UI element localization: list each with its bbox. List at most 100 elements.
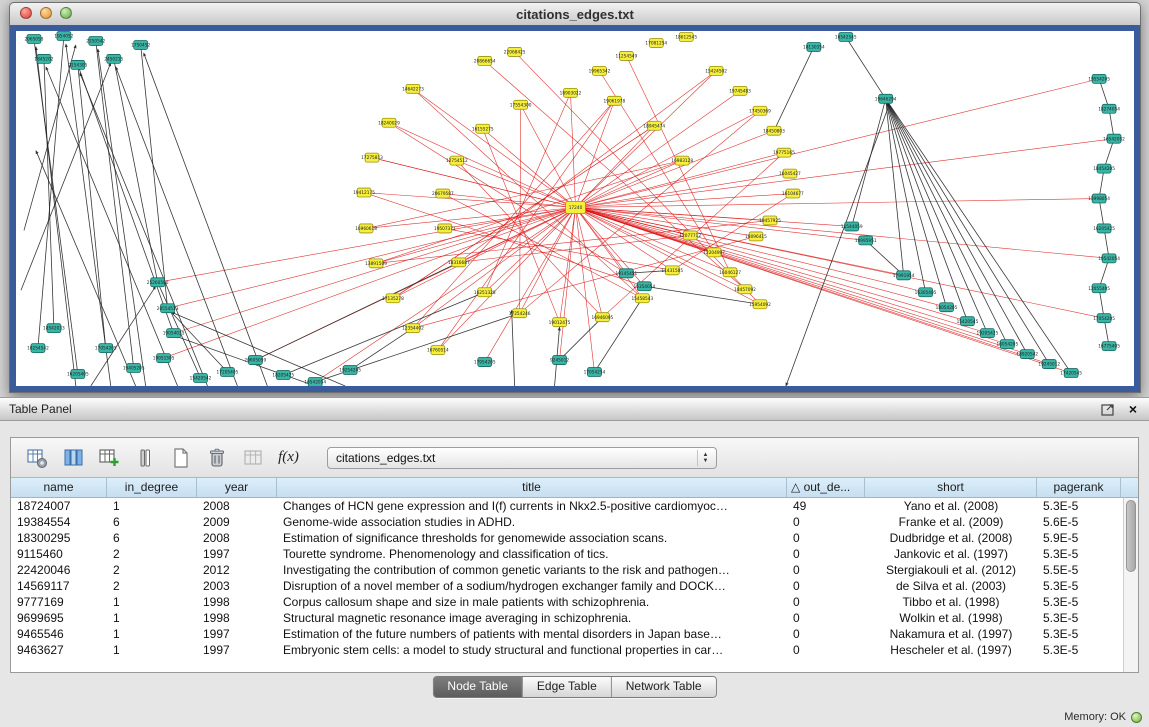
network-node[interactable]: 17205405 — [217, 368, 239, 377]
table-row[interactable]: 946554611997Estimation of the future num… — [11, 626, 1123, 642]
scrollbar-thumb[interactable] — [1126, 500, 1136, 572]
network-node[interactable]: 10254542 — [27, 344, 49, 353]
table-row[interactable]: 969969511998Structural magnetic resonanc… — [11, 610, 1123, 626]
network-edge[interactable] — [413, 101, 614, 328]
network-edge[interactable] — [515, 52, 760, 304]
column-header-out_degree[interactable]: △ out_de... — [787, 478, 865, 497]
network-edge[interactable] — [283, 292, 484, 375]
network-edge[interactable] — [886, 99, 1028, 354]
network-edge[interactable] — [366, 161, 682, 229]
network-node[interactable]: 19145451 — [616, 269, 638, 278]
table-row[interactable]: 1456911722003Disruption of a novel membe… — [11, 578, 1123, 594]
network-edge[interactable] — [116, 67, 238, 386]
network-node[interactable]: 18096415 — [745, 232, 767, 241]
network-node[interactable]: 16155275 — [472, 124, 494, 133]
network-node[interactable]: 16542545 — [835, 32, 857, 41]
network-node[interactable]: 17554300 — [510, 100, 532, 109]
network-node[interactable]: 15420545 — [957, 317, 979, 326]
network-node[interactable]: 15998054 — [1088, 194, 1110, 203]
network-edge[interactable] — [141, 45, 168, 308]
network-node[interactable]: 1845202 — [34, 54, 53, 63]
network-node[interactable]: 19646294 — [875, 94, 897, 103]
network-node[interactable]: 19554205 — [1088, 74, 1110, 83]
network-svg[interactable]: 1724018903022175543001615527512754512206… — [16, 31, 1134, 386]
network-edge[interactable] — [521, 105, 576, 208]
network-edge[interactable] — [512, 310, 515, 386]
network-node[interactable]: 16775405 — [1098, 342, 1120, 351]
network-node[interactable]: 17081254 — [645, 38, 667, 47]
network-node[interactable]: 19745483 — [729, 86, 751, 95]
network-node[interactable]: 16946095 — [592, 313, 614, 322]
network-node[interactable]: 18612545 — [675, 32, 697, 41]
float-panel-icon[interactable] — [1101, 403, 1115, 416]
network-node[interactable]: 16760514 — [427, 346, 449, 355]
network-edge[interactable] — [594, 298, 642, 372]
network-edge[interactable] — [866, 240, 904, 275]
network-edge[interactable] — [575, 208, 626, 274]
network-edge[interactable] — [846, 37, 886, 99]
network-edge[interactable] — [483, 129, 576, 208]
table-row[interactable]: 977716911998Corpus callosum shape and si… — [11, 594, 1123, 610]
column-header-year[interactable]: year — [197, 478, 277, 497]
network-edge[interactable] — [21, 63, 111, 290]
network-node[interactable]: 15354054 — [633, 282, 655, 291]
network-node[interactable]: 25260590 — [147, 278, 169, 287]
network-node[interactable]: 20866654 — [474, 56, 496, 65]
network-node[interactable]: 16205425 — [1093, 224, 1115, 233]
network-edge[interactable] — [158, 208, 576, 283]
network-edge[interactable] — [786, 109, 888, 386]
zoom-window-button[interactable] — [60, 7, 72, 19]
network-edge[interactable] — [389, 123, 626, 274]
network-edge[interactable] — [80, 73, 208, 386]
network-node[interactable]: 16251328 — [474, 288, 496, 297]
network-node[interactable]: 19012475 — [549, 318, 571, 327]
network-edge[interactable] — [852, 99, 886, 227]
import-table-button[interactable] — [239, 444, 266, 471]
network-edge[interactable] — [575, 208, 602, 318]
network-node[interactable]: 17420545 — [1060, 369, 1082, 378]
network-node[interactable]: 11544059 — [841, 222, 863, 231]
rows-button[interactable] — [131, 444, 158, 471]
network-node[interactable]: 19245012 — [1038, 360, 1060, 369]
network-node[interactable]: 12055405 — [1088, 284, 1110, 293]
network-node[interactable]: 10542054 — [1098, 254, 1120, 263]
network-edge[interactable] — [575, 79, 1099, 208]
network-node[interactable]: 19965342 — [589, 66, 611, 75]
network-node[interactable]: 1954052 — [54, 31, 73, 40]
network-edge[interactable] — [459, 71, 716, 262]
network-node[interactable]: 18130354 — [803, 42, 825, 51]
show-columns-button[interactable] — [59, 444, 86, 471]
delete-button[interactable] — [203, 444, 230, 471]
new-file-button[interactable] — [167, 444, 194, 471]
column-header-pagerank[interactable]: pagerank — [1037, 478, 1121, 497]
network-edge[interactable] — [575, 208, 1104, 319]
network-node[interactable]: 18920542 — [1016, 350, 1038, 359]
network-edge[interactable] — [315, 208, 575, 383]
window-titlebar[interactable]: citations_edges.txt — [10, 3, 1140, 26]
network-node[interactable]: 16205405 — [67, 370, 89, 379]
network-node[interactable]: 17254246 — [509, 309, 531, 318]
network-edge[interactable] — [575, 208, 1027, 355]
network-node[interactable]: 14642273 — [402, 84, 424, 93]
network-edge[interactable] — [36, 47, 76, 386]
function-builder-button[interactable]: f(x) — [275, 444, 302, 471]
create-column-button[interactable] — [95, 444, 122, 471]
network-node[interactable]: 17991954 — [893, 271, 915, 280]
network-node[interactable]: 10995951 — [855, 236, 877, 245]
network-node[interactable]: 20605059 — [244, 356, 266, 365]
network-node[interactable]: 22068425 — [504, 47, 526, 56]
network-edge[interactable] — [575, 208, 851, 227]
network-edge[interactable] — [886, 99, 988, 333]
table-select-combo[interactable]: citations_edges.txt ▲ ▼ — [327, 447, 717, 469]
network-node[interactable]: 2450215 — [104, 54, 123, 63]
network-node[interactable]: 15458543 — [631, 294, 653, 303]
network-edge[interactable] — [366, 208, 575, 229]
network-node[interactable]: 17954205 — [474, 358, 496, 367]
column-header-in_degree[interactable]: in_degree — [107, 478, 197, 497]
network-node[interactable]: 11254549 — [616, 51, 638, 60]
network-node[interactable]: 19254205 — [339, 366, 361, 375]
network-node[interactable]: 17054205 — [1093, 314, 1115, 323]
network-edge[interactable] — [774, 47, 814, 131]
network-node[interactable]: 19457925 — [759, 216, 781, 225]
network-node[interactable]: 2065058 — [24, 34, 43, 43]
